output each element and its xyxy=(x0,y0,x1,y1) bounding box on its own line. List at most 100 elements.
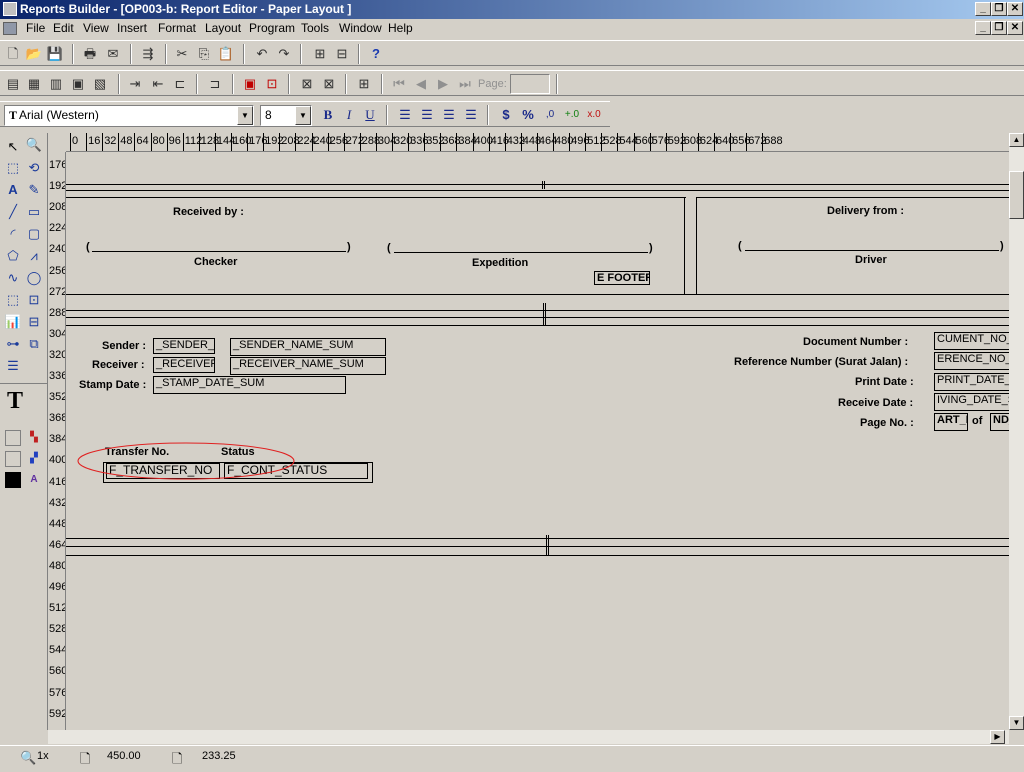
minimize-button[interactable]: _ xyxy=(975,2,991,16)
margin-handle[interactable] xyxy=(542,181,545,189)
paper-layout-view-icon[interactable]: ▥ xyxy=(46,75,66,93)
paste-icon[interactable]: 📋 xyxy=(216,45,236,63)
footer-field[interactable]: E FOOTER xyxy=(594,271,650,285)
mdi-close-button[interactable]: ✕ xyxy=(1007,21,1023,35)
scroll-right-icon[interactable]: ▶ xyxy=(990,730,1005,744)
vertical-scroll-thumb[interactable] xyxy=(1009,171,1024,219)
paper-design-view-icon[interactable]: ▣ xyxy=(68,75,88,93)
page-no-label[interactable]: Page No. : xyxy=(860,417,914,429)
margin-icon[interactable]: ⇤ xyxy=(148,75,168,93)
layout-model-icon[interactable]: ⊟ xyxy=(332,45,352,63)
ellipse-tool-icon[interactable]: ◯ xyxy=(24,268,44,288)
close-button[interactable]: ✕ xyxy=(1007,2,1023,16)
rounded-rectangle-tool-icon[interactable]: ▢ xyxy=(24,224,44,244)
rectangle-tool-icon[interactable]: ▭ xyxy=(24,202,44,222)
italic-button[interactable]: I xyxy=(339,106,359,124)
checker-open-paren[interactable]: ( xyxy=(86,241,90,253)
help-icon[interactable]: ? xyxy=(366,45,386,63)
new-icon[interactable]: 🗋 xyxy=(3,45,23,63)
receiver-label[interactable]: Receiver : xyxy=(92,359,145,371)
add-decimal-button[interactable]: +.0 xyxy=(562,106,582,124)
receiver-field[interactable]: _RECEIVER xyxy=(153,357,215,373)
driver-open-paren[interactable]: ( xyxy=(738,240,742,252)
first-page-icon[interactable]: ⏮ xyxy=(389,75,409,93)
magnify-tool-icon[interactable]: 🔍 xyxy=(24,135,44,155)
chart-tool-icon[interactable]: 📊 xyxy=(3,312,23,332)
expedition-label[interactable]: Expedition xyxy=(472,257,528,269)
document-number-label[interactable]: Document Number : xyxy=(803,336,908,348)
confine-on-icon[interactable]: ▣ xyxy=(240,75,260,93)
chevron-down-icon[interactable]: ▼ xyxy=(237,106,253,125)
copy-icon[interactable]: ⎘ xyxy=(194,45,214,63)
bold-button[interactable]: B xyxy=(318,106,338,124)
checker-signature-line[interactable] xyxy=(92,251,346,252)
align-right-icon[interactable]: ☰ xyxy=(439,106,459,124)
line-color-icon[interactable]: ▞ xyxy=(24,449,44,469)
run-report-icon[interactable]: ⇶ xyxy=(138,45,158,63)
link-file-tool-icon[interactable]: ⊶ xyxy=(3,334,23,354)
align-justify-icon[interactable]: ☰ xyxy=(461,106,481,124)
undo-icon[interactable]: ↶ xyxy=(252,45,272,63)
polygon-tool-icon[interactable]: ⬠ xyxy=(3,246,23,266)
text-tool-icon[interactable]: A xyxy=(3,180,23,200)
expedition-signature-line[interactable] xyxy=(394,252,648,253)
save-icon[interactable]: 💾 xyxy=(45,45,65,63)
percent-button[interactable]: % xyxy=(518,106,538,124)
menu-insert[interactable]: Insert xyxy=(117,21,147,35)
repeating-frame-tool-icon[interactable]: ☰ xyxy=(3,356,23,376)
menu-layout[interactable]: Layout xyxy=(205,21,241,35)
scroll-down-icon[interactable]: ▼ xyxy=(1009,716,1024,730)
print-icon[interactable]: 🖶 xyxy=(80,45,100,63)
select-children-icon[interactable]: ⊠ xyxy=(319,75,339,93)
select-tool-icon[interactable]: ↖ xyxy=(3,137,23,157)
select-parent-icon[interactable]: ⊠ xyxy=(297,75,317,93)
body-icon[interactable]: ⇥ xyxy=(125,75,145,93)
document-number-field[interactable]: CUMENT_NO_S xyxy=(934,332,1009,350)
mdi-restore-button[interactable]: ❐ xyxy=(991,21,1007,35)
receive-date-label[interactable]: Receive Date : xyxy=(838,397,913,409)
page-end-field[interactable]: ND_ xyxy=(990,413,1009,431)
delivery-from-label[interactable]: Delivery from : xyxy=(827,205,904,217)
checker-label[interactable]: Checker xyxy=(194,256,237,268)
stamp-date-field[interactable]: _STAMP_DATE_SUM xyxy=(153,376,346,394)
driver-close-paren[interactable]: ) xyxy=(1000,240,1004,252)
menu-edit[interactable]: Edit xyxy=(53,21,74,35)
next-page-icon[interactable]: ▶ xyxy=(433,75,453,93)
chevron-down-icon[interactable]: ▼ xyxy=(295,106,311,125)
sender-label[interactable]: Sender : xyxy=(102,340,146,352)
receive-date-field[interactable]: IVING_DATE_S xyxy=(934,393,1009,411)
menu-format[interactable]: Format xyxy=(158,21,196,35)
align-left-icon[interactable]: ☰ xyxy=(395,106,415,124)
previous-page-icon[interactable]: ◀ xyxy=(411,75,431,93)
line-color-swatch[interactable] xyxy=(5,451,21,467)
frame-select-tool-icon[interactable]: ⬚ xyxy=(3,158,23,178)
body-handle[interactable] xyxy=(543,303,546,325)
frame-tool-icon[interactable]: ⬚ xyxy=(3,290,23,310)
freehand-tool-icon[interactable]: ∿ xyxy=(3,268,23,288)
received-by-label[interactable]: Received by : xyxy=(173,206,244,218)
expedition-open-paren[interactable]: ( xyxy=(387,242,391,254)
font-select[interactable]: T Arial (Western) ▼ xyxy=(4,105,254,126)
ole-tool-icon[interactable]: ⧉ xyxy=(24,334,44,354)
button-tool-icon[interactable]: ⊟ xyxy=(24,312,44,332)
arc-tool-icon[interactable]: ◜ xyxy=(3,224,23,244)
menu-program[interactable]: Program xyxy=(249,21,295,35)
stamp-date-label[interactable]: Stamp Date : xyxy=(79,379,146,391)
reference-number-label[interactable]: Reference Number (Surat Jalan) : xyxy=(734,356,908,368)
page-of-label[interactable]: of xyxy=(972,415,982,427)
document-icon[interactable] xyxy=(3,22,17,35)
menu-file[interactable]: File xyxy=(26,21,45,35)
trailer-icon[interactable]: ⊐ xyxy=(205,75,225,93)
page-start-field[interactable]: ART_F xyxy=(934,413,968,431)
align-center-icon[interactable]: ☰ xyxy=(417,106,437,124)
reshape-tool-icon[interactable]: ✎ xyxy=(24,180,44,200)
maximize-button[interactable]: ❐ xyxy=(991,2,1007,16)
line-tool-icon[interactable]: ╱ xyxy=(3,202,23,222)
menu-help[interactable]: Help xyxy=(388,21,413,35)
font-size-select[interactable]: 8 ▼ xyxy=(260,105,312,126)
paper-parameter-view-icon[interactable]: ▧ xyxy=(90,75,110,93)
currency-button[interactable]: $ xyxy=(496,106,516,124)
text-color-swatch[interactable] xyxy=(5,472,21,488)
commas-button[interactable]: ,0 xyxy=(540,106,560,124)
scroll-up-icon[interactable]: ▲ xyxy=(1009,133,1024,147)
